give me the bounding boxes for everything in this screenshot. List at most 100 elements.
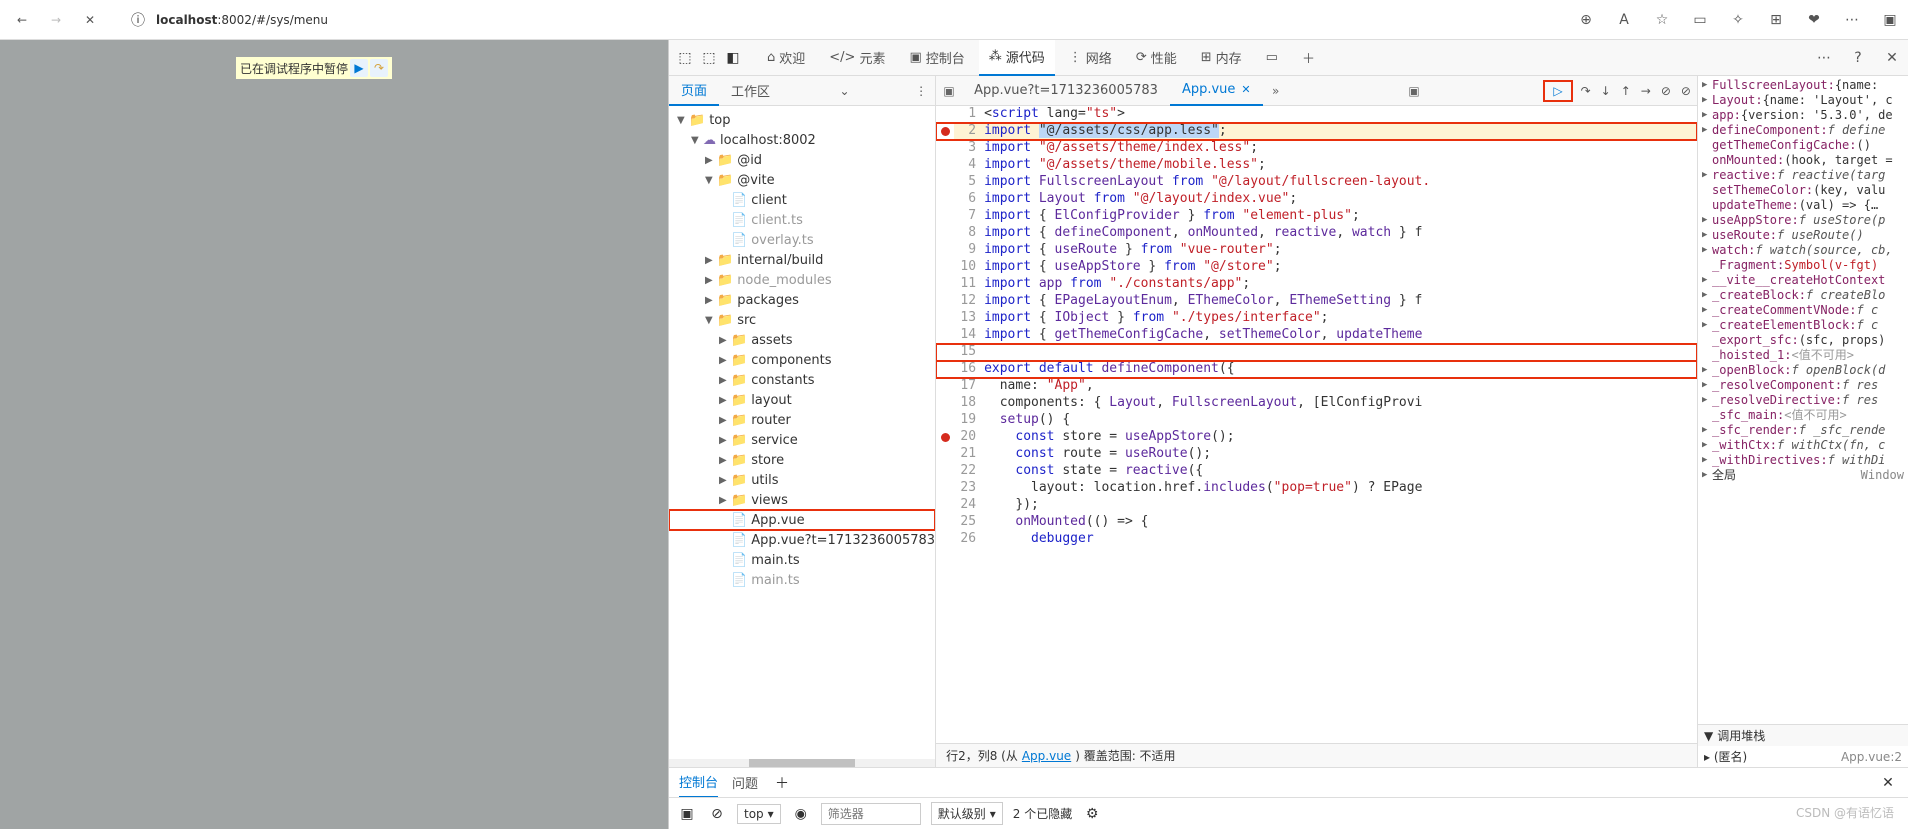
code-line[interactable]: 4import "@/assets/theme/mobile.less";	[936, 157, 1697, 174]
file-tree[interactable]: ▼📁top▼☁localhost:8002▶📁@id▼📁@vite📄client…	[669, 106, 935, 759]
scope-variable[interactable]: getThemeConfigCache: ()	[1698, 138, 1908, 153]
step-over-button[interactable]: ↷	[1581, 84, 1591, 98]
tree-item[interactable]: ▶📁service	[669, 430, 935, 450]
code-line[interactable]: 19 setup() {	[936, 412, 1697, 429]
tab-performance[interactable]: ⟳性能	[1126, 40, 1187, 76]
fav-icon[interactable]: ✧	[1728, 10, 1748, 30]
file-tab-active[interactable]: App.vue✕	[1170, 76, 1263, 106]
scope-variable[interactable]: ▶_createBlock: f createBlo	[1698, 288, 1908, 303]
scope-variable[interactable]: setThemeColor: (key, valu	[1698, 183, 1908, 198]
navigator-more-icon[interactable]: ⋮	[907, 84, 935, 98]
scope-global[interactable]: ▶全局Window	[1698, 468, 1908, 483]
tree-item[interactable]: ▶📁node_modules	[669, 270, 935, 290]
breakpoint-icon[interactable]	[941, 127, 950, 136]
forward-button[interactable]: →	[42, 6, 70, 34]
tab-memory[interactable]: ⊞内存	[1191, 40, 1252, 76]
scope-variable[interactable]: ▶_openBlock: f openBlock(d	[1698, 363, 1908, 378]
tree-item[interactable]: ▶📁packages	[669, 290, 935, 310]
tree-item[interactable]: ▼📁src	[669, 310, 935, 330]
code-line[interactable]: 22 const state = reactive({	[936, 463, 1697, 480]
tree-item[interactable]: ▶📁router	[669, 410, 935, 430]
step-into-button[interactable]: ↓	[1601, 84, 1611, 98]
navigator-tab-workspace[interactable]: 工作区	[719, 76, 782, 106]
tree-item[interactable]: ▶📁internal/build	[669, 250, 935, 270]
sidebar-icon[interactable]: ▣	[1880, 10, 1900, 30]
star-icon[interactable]: ☆	[1652, 10, 1672, 30]
tree-item[interactable]: 📄client	[669, 190, 935, 210]
tree-item[interactable]: 📄main.ts	[669, 570, 935, 590]
console-settings-icon[interactable]: ⚙	[1082, 804, 1102, 824]
collect-icon[interactable]: ⊞	[1766, 10, 1786, 30]
scope-variable[interactable]: ▶Layout: {name: 'Layout', c	[1698, 93, 1908, 108]
context-selector[interactable]: top ▾	[737, 804, 781, 824]
resume-button-inline[interactable]: ▶	[350, 59, 368, 77]
device-icon[interactable]: ⬚	[699, 48, 719, 68]
drawer-close-icon[interactable]: ✕	[1878, 773, 1898, 793]
code-line[interactable]: 1<script lang="ts">	[936, 106, 1697, 123]
tree-item[interactable]: 📄overlay.ts	[669, 230, 935, 250]
console-sidebar-icon[interactable]: ▣	[677, 804, 697, 824]
code-line[interactable]: 18 components: { Layout, FullscreenLayou…	[936, 395, 1697, 412]
resume-button[interactable]: ▷	[1545, 82, 1570, 100]
tree-item[interactable]: ▼☁localhost:8002	[669, 130, 935, 150]
tree-item[interactable]: 📄client.ts	[669, 210, 935, 230]
scope-variable[interactable]: onMounted: (hook, target =	[1698, 153, 1908, 168]
code-line[interactable]: 3import "@/assets/theme/index.less";	[936, 140, 1697, 157]
scope-variable[interactable]: ▶FullscreenLayout: {name:	[1698, 78, 1908, 93]
tab-network[interactable]: ⋮网络	[1059, 40, 1122, 76]
tree-item[interactable]: ▶📁components	[669, 350, 935, 370]
code-line[interactable]: 12import { EPageLayoutEnum, EThemeColor,…	[936, 293, 1697, 310]
code-line[interactable]: 16export default defineComponent({	[936, 361, 1697, 378]
tree-item[interactable]: ▶📁assets	[669, 330, 935, 350]
tree-item[interactable]: ▶📁store	[669, 450, 935, 470]
callstack-header[interactable]: ▼ 调用堆栈	[1698, 724, 1908, 746]
code-line[interactable]: 6import Layout from "@/layout/index.vue"…	[936, 191, 1697, 208]
tree-item[interactable]: ▶📁@id	[669, 150, 935, 170]
scope-variable[interactable]: _sfc_main: <值不可用>	[1698, 408, 1908, 423]
level-selector[interactable]: 默认级别 ▾	[931, 802, 1003, 825]
scope-variable[interactable]: ▶_resolveDirective: f res	[1698, 393, 1908, 408]
code-line[interactable]: 9import { useRoute } from "vue-router";	[936, 242, 1697, 259]
tree-item[interactable]: ▶📁utils	[669, 470, 935, 490]
code-line[interactable]: 26 debugger	[936, 531, 1697, 548]
tree-item[interactable]: 📄App.vue	[669, 510, 935, 530]
step-button[interactable]: →	[1641, 84, 1651, 98]
scope-variable[interactable]: ▶reactive: f reactive(targ	[1698, 168, 1908, 183]
scope-variable[interactable]: ▶_withCtx: f withCtx(fn, c	[1698, 438, 1908, 453]
code-line[interactable]: 17 name: "App",	[936, 378, 1697, 395]
editor-nav-icon[interactable]: ▣	[936, 84, 962, 98]
scope-variable[interactable]: ▶useRoute: f useRoute()	[1698, 228, 1908, 243]
zoom-icon[interactable]: ⊕	[1576, 10, 1596, 30]
code-line[interactable]: 8import { defineComponent, onMounted, re…	[936, 225, 1697, 242]
code-line[interactable]: 14import { getThemeConfigCache, setTheme…	[936, 327, 1697, 344]
tree-item[interactable]: ▼📁top	[669, 110, 935, 130]
pause-exceptions-button[interactable]: ⊘	[1681, 84, 1691, 98]
tab-add[interactable]: ＋	[1292, 40, 1325, 76]
code-line[interactable]: 15	[936, 344, 1697, 361]
code-line[interactable]: 21 const route = useRoute();	[936, 446, 1697, 463]
reader-icon[interactable]: ▭	[1690, 10, 1710, 30]
tab-sources[interactable]: ⁂源代码	[979, 40, 1055, 76]
scope-variable[interactable]: ▶useAppStore: f useStore(p	[1698, 213, 1908, 228]
live-expr-icon[interactable]: ◉	[791, 804, 811, 824]
stop-button[interactable]: ✕	[76, 6, 104, 34]
tab-elements[interactable]: </>元素	[819, 40, 895, 76]
scope-variable[interactable]: ▶app: {version: '5.3.0', de	[1698, 108, 1908, 123]
scope-variable[interactable]: ▶_createCommentVNode: f c	[1698, 303, 1908, 318]
code-editor[interactable]: 1<script lang="ts">2import "@/assets/css…	[936, 106, 1697, 743]
navigator-tab-page[interactable]: 页面	[669, 76, 719, 106]
callstack-frame[interactable]: ▸ (匿名) App.vue:2	[1698, 746, 1908, 767]
close-devtools-icon[interactable]: ✕	[1882, 48, 1902, 68]
scope-list[interactable]: ▶FullscreenLayout: {name:▶Layout: {name:…	[1698, 76, 1908, 724]
step-out-button[interactable]: ↑	[1621, 84, 1631, 98]
more-icon[interactable]: ⋯	[1842, 10, 1862, 30]
scope-variable[interactable]: ▶_withDirectives: f withDi	[1698, 453, 1908, 468]
code-line[interactable]: 2import "@/assets/css/app.less";	[936, 123, 1697, 140]
status-link[interactable]: App.vue	[1022, 749, 1071, 763]
dock-icon[interactable]: ◧	[723, 48, 743, 68]
scope-variable[interactable]: ▶_createElementBlock: f c	[1698, 318, 1908, 333]
code-line[interactable]: 5import FullscreenLayout from "@/layout/…	[936, 174, 1697, 191]
code-line[interactable]: 11import app from "./constants/app";	[936, 276, 1697, 293]
more-tools-icon[interactable]: ⋯	[1814, 48, 1834, 68]
navigator-scrollbar[interactable]	[669, 759, 935, 767]
